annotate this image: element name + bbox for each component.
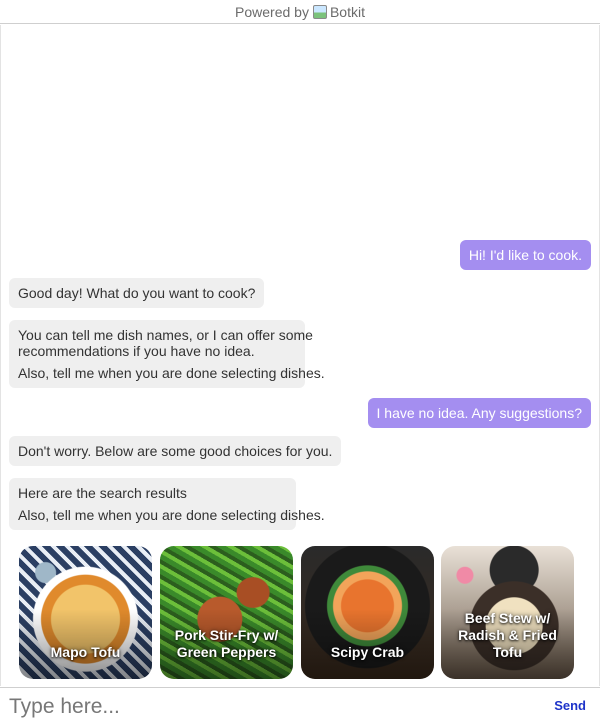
message-text: I have no idea. Any suggestions? — [376, 405, 582, 421]
dish-card-pork-stir-fry[interactable]: Pork Stir-Fry w/ Green Peppers — [160, 546, 293, 679]
bot-message: Good day! What do you want to cook? — [9, 278, 265, 308]
powered-by-label: Powered by — [235, 3, 309, 20]
message-text: You can tell me dish names, or I can off… — [18, 327, 313, 343]
message-composer: Send — [0, 687, 600, 726]
bot-message: Here are the search results Also, tell m… — [9, 478, 325, 530]
dish-card-title: Mapo Tofu — [50, 644, 121, 660]
user-message: I have no idea. Any suggestions? — [367, 398, 591, 428]
botkit-brand-name: Botkit — [329, 3, 365, 20]
dish-card-title: Scipy Crab — [330, 644, 405, 660]
message-text: Good day! What do you want to cook? — [18, 285, 256, 301]
user-message: Hi! I'd like to cook. — [459, 240, 591, 270]
dish-card-spicy-crab[interactable]: Scipy Crab — [301, 546, 434, 679]
dish-card-beef-stew[interactable]: Beef Stew w/ Radish & Fried Tofu — [441, 546, 574, 679]
message-text: Hi! I'd like to cook. — [468, 247, 582, 263]
message-text: Here are the search results — [18, 485, 187, 501]
message-input[interactable] — [9, 694, 529, 720]
send-button[interactable]: Send — [554, 698, 586, 713]
dish-card-mapo-tofu[interactable]: Mapo Tofu — [19, 546, 152, 679]
bot-message: You can tell me dish names, or I can off… — [9, 320, 325, 388]
bot-message: Don't worry. Below are some good choices… — [9, 436, 342, 466]
dish-card-title: Beef Stew w/ Radish & Fried Tofu — [458, 610, 557, 660]
message-text: recommendations if you have no idea. — [18, 343, 255, 359]
botkit-logo-icon — [312, 4, 327, 19]
powered-by-header: Powered by Botkit — [0, 0, 600, 24]
message-text: Also, tell me when you are done selectin… — [18, 507, 325, 523]
dish-card-title: Pork Stir-Fry w/ Green Peppers — [174, 627, 279, 660]
dish-card-carousel: Mapo Tofu Pork Stir-Fry w/ Green Peppers… — [19, 546, 579, 680]
message-text: Also, tell me when you are done selectin… — [18, 365, 325, 381]
message-text: Don't worry. Below are some good choices… — [18, 443, 333, 459]
